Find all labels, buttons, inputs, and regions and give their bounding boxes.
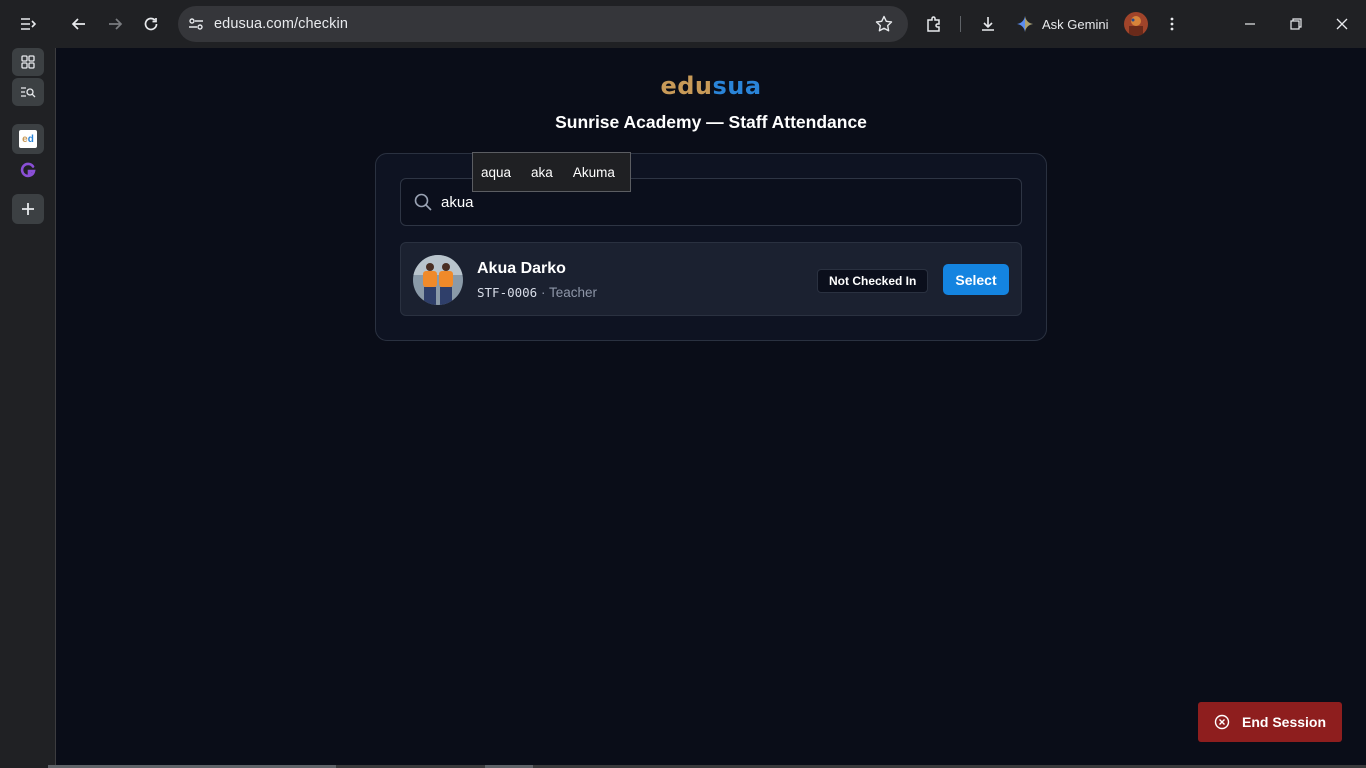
vertical-tab-strip: ed [0, 48, 56, 768]
grammarly-g-icon [20, 162, 36, 178]
profile-avatar[interactable] [1124, 12, 1148, 36]
spellcheck-suggestions: aqua aka Akuma [472, 152, 631, 192]
staff-role: Teacher [548, 285, 598, 300]
close-window-icon[interactable] [1326, 8, 1358, 40]
url-text: edusua.com/checkin [214, 16, 348, 32]
browser-menu-icon[interactable] [1156, 8, 1188, 40]
staff-name: Akua Darko [477, 260, 566, 277]
vertical-tabs-toggle-icon[interactable] [12, 8, 44, 40]
tab-grammarly[interactable] [12, 156, 44, 184]
bookmark-star-icon[interactable] [874, 14, 894, 39]
back-icon[interactable] [63, 8, 95, 40]
download-icon[interactable] [972, 8, 1004, 40]
staff-meta: STF-0006 · Teacher [477, 285, 597, 300]
forward-icon[interactable] [99, 8, 131, 40]
logo-part-sua: sua [712, 72, 762, 100]
site-info-icon[interactable] [186, 14, 206, 39]
staff-avatar [413, 255, 463, 305]
add-icon [22, 203, 34, 215]
close-circle-icon [1214, 714, 1230, 730]
logo-part-edu: edu [660, 72, 713, 100]
ask-gemini-label: Ask Gemini [1042, 16, 1109, 32]
status-badge: Not Checked In [817, 269, 929, 293]
ask-gemini-button[interactable]: Ask Gemini [1016, 8, 1108, 40]
meta-separator: · [537, 285, 549, 300]
tab-search-icon[interactable] [12, 78, 44, 106]
suggestion-item[interactable]: Akuma [573, 165, 615, 180]
gemini-sparkle-icon [1017, 16, 1033, 32]
suggestion-item[interactable]: aka [531, 165, 553, 180]
edusua-favicon: ed [19, 130, 37, 148]
end-session-button[interactable]: End Session [1198, 702, 1342, 742]
tab-edusua[interactable]: ed [12, 124, 44, 154]
restore-icon[interactable] [1280, 8, 1312, 40]
page-title: Sunrise Academy — Staff Attendance [555, 112, 867, 132]
extensions-icon[interactable] [918, 8, 950, 40]
browser-toolbar: edusua.com/checkin Ask Gemini [0, 0, 1366, 48]
toolbar-divider [960, 16, 961, 32]
staff-result-row[interactable]: Akua Darko STF-0006 · Teacher Not Checke… [400, 242, 1022, 316]
reload-icon[interactable] [135, 8, 167, 40]
search-value: akua [441, 193, 474, 211]
edusua-logo: edusua [56, 72, 1366, 100]
add-tab-button[interactable] [12, 194, 44, 224]
select-button[interactable]: Select [943, 264, 1009, 295]
address-bar[interactable]: edusua.com/checkin [178, 6, 908, 42]
search-icon [413, 192, 433, 217]
end-session-label: End Session [1242, 714, 1327, 730]
page-content: edusua Sunrise Academy — Staff Attendanc… [56, 48, 1366, 768]
suggestion-item[interactable]: aqua [481, 165, 511, 180]
tab-grid-icon[interactable] [12, 48, 44, 76]
staff-id: STF-0006 [477, 285, 538, 300]
minimize-icon[interactable] [1234, 8, 1266, 40]
